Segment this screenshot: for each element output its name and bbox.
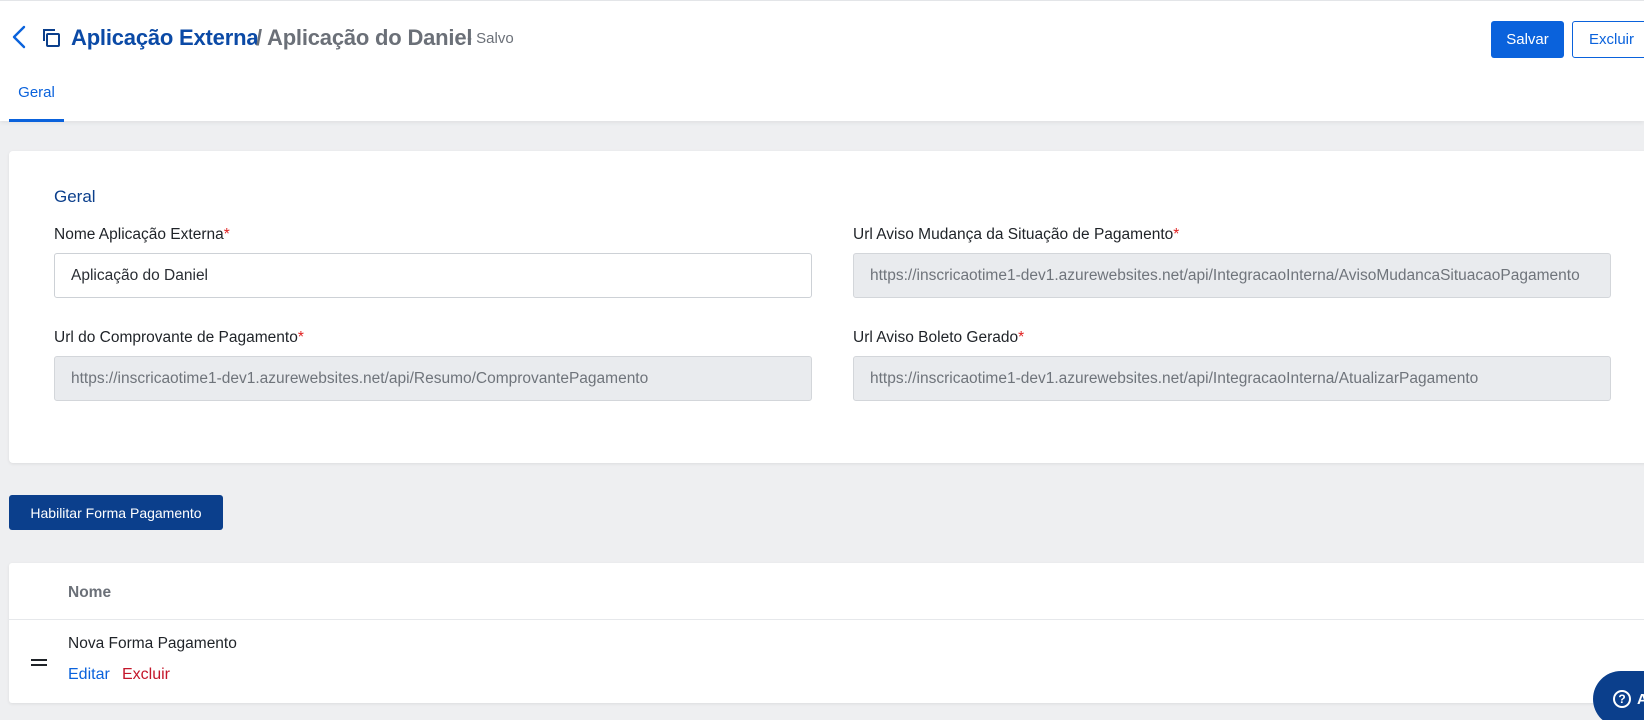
form-card: Geral Nome Aplicação Externa* Aplicação …	[9, 151, 1644, 463]
url-boleto-label: Url Aviso Boleto Gerado*	[853, 329, 1024, 347]
row-edit-link[interactable]: Editar	[68, 666, 110, 684]
copy-icon[interactable]	[40, 27, 62, 49]
tab-geral[interactable]: Geral	[9, 81, 64, 122]
url-comprovante-value: https://inscricaotime1-dev1.azurewebsite…	[71, 369, 649, 387]
question-circle-icon: ?	[1613, 690, 1631, 708]
nome-label-text: Nome Aplicação Externa	[54, 226, 224, 243]
chevron-left-icon	[12, 25, 26, 49]
table-divider	[9, 619, 1644, 620]
nome-label: Nome Aplicação Externa*	[54, 226, 230, 244]
url-comprovante-label-text: Url do Comprovante de Pagamento	[54, 329, 298, 346]
url-boleto-field: https://inscricaotime1-dev1.azurewebsite…	[853, 356, 1611, 401]
required-mark: *	[1173, 226, 1180, 243]
url-boleto-value: https://inscricaotime1-dev1.azurewebsite…	[870, 369, 1479, 387]
url-aviso-mudanca-value: https://inscricaotime1-dev1.azurewebsite…	[870, 266, 1580, 284]
drag-handle-icon[interactable]	[30, 657, 48, 669]
page-title-entity[interactable]: Aplicação Externa	[71, 25, 259, 51]
row-delete-link[interactable]: Excluir	[122, 666, 170, 684]
required-mark: *	[1018, 329, 1025, 346]
section-title: Geral	[54, 187, 96, 206]
save-status: - Salvo	[467, 30, 514, 47]
habilitar-forma-pagamento-button[interactable]: Habilitar Forma Pagamento	[9, 495, 223, 530]
column-header-nome: Nome	[68, 584, 112, 601]
top-bar: Aplicação Externa / Aplicação do Daniel …	[0, 0, 1644, 122]
row-name: Nova Forma Pagamento	[68, 635, 237, 652]
url-comprovante-label: Url do Comprovante de Pagamento*	[54, 329, 304, 347]
help-button[interactable]: ? A	[1593, 671, 1644, 720]
url-comprovante-field: https://inscricaotime1-dev1.azurewebsite…	[54, 356, 812, 401]
help-label: A	[1637, 690, 1644, 708]
page-title-record: / Aplicação do Daniel	[256, 25, 473, 50]
url-aviso-mudanca-label: Url Aviso Mudança da Situação de Pagamen…	[853, 226, 1179, 244]
required-mark: *	[223, 226, 230, 243]
delete-button[interactable]: Excluir	[1572, 21, 1644, 58]
back-button[interactable]	[8, 23, 30, 51]
required-mark: *	[297, 329, 304, 346]
url-aviso-mudanca-field: https://inscricaotime1-dev1.azurewebsite…	[853, 253, 1611, 298]
url-aviso-mudanca-label-text: Url Aviso Mudança da Situação de Pagamen…	[853, 226, 1174, 243]
nome-value: Aplicação do Daniel	[71, 266, 209, 284]
formas-pagamento-table: Nome Nova Forma Pagamento Editar Excluir	[9, 563, 1644, 703]
save-button[interactable]: Salvar	[1491, 21, 1564, 58]
nome-field[interactable]: Aplicação do Daniel	[54, 253, 812, 298]
url-boleto-label-text: Url Aviso Boleto Gerado	[853, 329, 1019, 346]
